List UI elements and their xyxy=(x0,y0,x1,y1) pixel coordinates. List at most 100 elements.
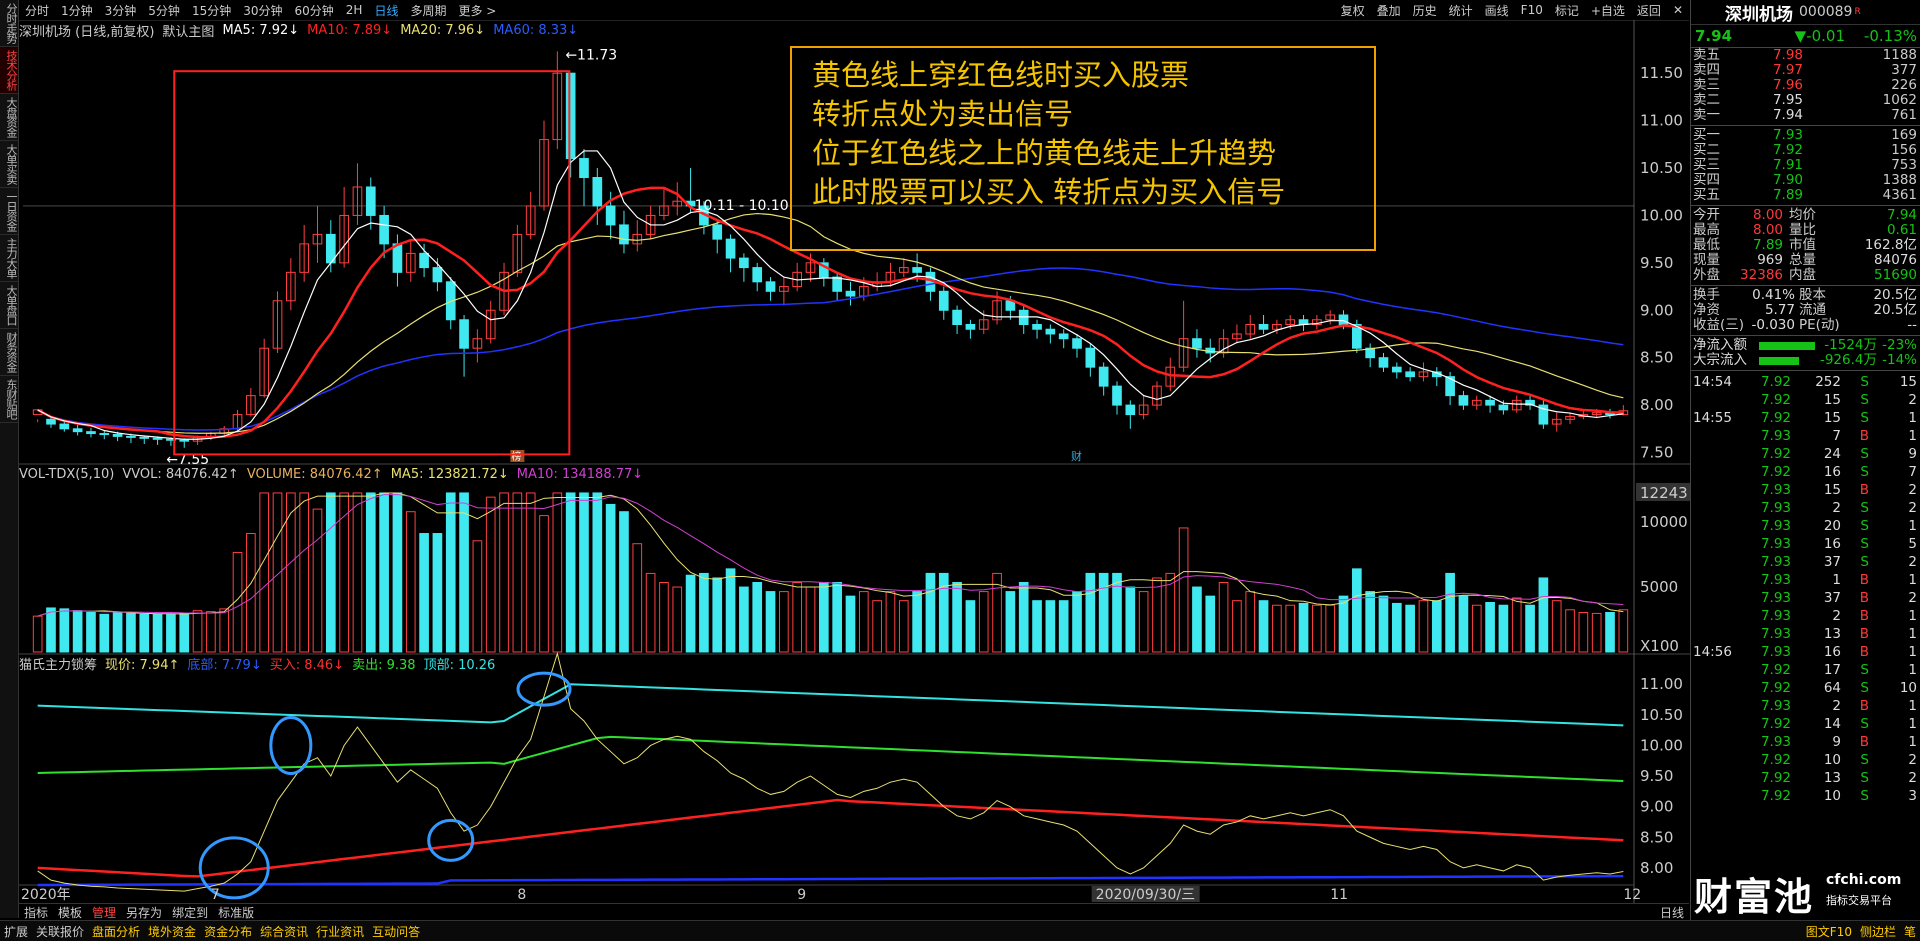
candle-body xyxy=(1485,399,1495,406)
volume-bar xyxy=(1538,577,1549,653)
left-tab[interactable]: 分时走势 xyxy=(0,0,18,47)
volume-bar xyxy=(179,612,190,653)
order-volume: 4361 xyxy=(1882,187,1917,203)
tick-direction: S xyxy=(1860,500,1869,516)
indicator-name[interactable]: 猫氏主力锁筹 xyxy=(19,654,97,673)
ind-buy-line xyxy=(37,798,1624,878)
indicator-toolbar: 指标 模板 管理 另存为 绑定到 标准版 日线 xyxy=(19,903,1689,920)
indicator-tab[interactable]: 另存为 xyxy=(121,904,167,921)
status-item[interactable]: 综合资讯 xyxy=(256,923,312,940)
tick-row: 7.93 20 S 1 xyxy=(1691,517,1920,535)
status-right-item[interactable]: 图文F10 xyxy=(1802,923,1856,940)
left-tab[interactable]: 财务资金 xyxy=(0,329,18,376)
indicator-tab[interactable]: 标准版 xyxy=(213,904,259,921)
annotation-box: 黄色线上穿红色线时买入股票 转折点处为卖出信号 位于红色线之上的黄色线走上升趋势… xyxy=(790,46,1376,251)
tick-price: 7.93 xyxy=(1760,428,1791,444)
left-tab[interactable]: 大盘资金 xyxy=(0,94,18,141)
volume-bar xyxy=(72,610,83,653)
period-label[interactable]: 日线 xyxy=(1655,904,1689,921)
volume-bar xyxy=(1085,572,1096,653)
tick-time xyxy=(1691,427,1741,445)
volume-bar xyxy=(885,591,896,653)
left-tab[interactable]: 东财贴吧 xyxy=(0,376,18,423)
tick-count: 1 xyxy=(1908,662,1917,678)
tick-row: 7.92 13 S 2 xyxy=(1691,769,1920,787)
volume-bar xyxy=(739,586,749,653)
candle-body xyxy=(1391,366,1402,373)
status-item[interactable]: 扩展 xyxy=(0,923,32,940)
indicator-tab[interactable]: 绑定到 xyxy=(167,904,213,921)
indicator-tab[interactable]: 管理 xyxy=(87,904,121,921)
candle-body xyxy=(845,290,856,297)
tick-volume: 15 xyxy=(1823,392,1841,408)
signal-circle xyxy=(427,818,475,862)
order-volume: 1188 xyxy=(1882,47,1917,63)
candle-body xyxy=(86,431,96,435)
tick-list[interactable]: 14:54 7.92 252 S 15 7.92 15 S 2 14:55 7.92 15 S 1 7.93… xyxy=(1691,373,1920,805)
ind-price-line xyxy=(37,651,1624,892)
left-tab[interactable]: 大单买卖 xyxy=(0,141,18,188)
candle-body xyxy=(1112,385,1122,406)
left-tab[interactable]: 技术分析 xyxy=(0,47,18,94)
tick-direction: S xyxy=(1860,464,1869,480)
status-item[interactable]: 关联报价 xyxy=(32,923,88,940)
volume-bar xyxy=(659,581,669,653)
tick-time xyxy=(1691,391,1741,409)
status-item[interactable]: 互动问答 xyxy=(368,923,424,940)
left-tab[interactable]: 一日资金 xyxy=(0,188,18,235)
left-tab[interactable]: 主力大单 xyxy=(0,235,18,282)
candle-body xyxy=(739,257,749,269)
status-item[interactable]: 行业资讯 xyxy=(312,923,368,940)
event-tag-label: 财 xyxy=(1071,449,1082,463)
status-item[interactable]: 盘面分析 xyxy=(88,923,144,940)
volume-bar xyxy=(752,581,763,653)
candle-body xyxy=(965,323,976,330)
order-volume: 156 xyxy=(1891,142,1917,158)
tick-row: 7.92 24 S 9 xyxy=(1691,445,1920,463)
volume-bar xyxy=(1551,600,1562,653)
left-tab[interactable]: 大单盘口 xyxy=(0,282,18,329)
order-price: 7.89 xyxy=(1772,187,1803,203)
ind-axis-label: 10.50 xyxy=(1640,706,1683,724)
stat-label: 内盘 xyxy=(1789,267,1816,283)
tick-time xyxy=(1691,733,1741,751)
tick-time xyxy=(1691,679,1741,697)
stat-row: 今开 8.00 均价 7.94 xyxy=(1691,208,1920,223)
tick-count: 2 xyxy=(1908,590,1917,606)
tick-count: 3 xyxy=(1908,788,1917,804)
price-axis-label: 9.50 xyxy=(1640,254,1673,272)
tick-row: 7.92 14 S 1 xyxy=(1691,715,1920,733)
tick-direction: S xyxy=(1860,410,1869,426)
ind-axis-label: 9.00 xyxy=(1640,798,1673,816)
tick-price: 7.93 xyxy=(1760,608,1791,624)
vol-indicator-name[interactable]: VOL-TDX(5,10) xyxy=(19,467,114,482)
template-select[interactable]: 默认主图 xyxy=(162,21,214,40)
volume-bar xyxy=(499,492,509,653)
order-volume: 377 xyxy=(1891,62,1917,78)
status-item[interactable]: 资金分布 xyxy=(200,923,256,940)
volume-bar xyxy=(952,581,962,653)
stat-label: 今开 xyxy=(1693,207,1720,223)
status-right-item[interactable]: 侧边栏 xyxy=(1856,923,1900,940)
tick-price: 7.93 xyxy=(1760,500,1791,516)
tick-count: 2 xyxy=(1908,554,1917,570)
stat-value: 20.5亿 xyxy=(1873,302,1917,318)
candle-body xyxy=(1192,338,1202,349)
status-item[interactable]: 境外资金 xyxy=(144,923,200,940)
status-right-item[interactable]: 笔 xyxy=(1900,923,1920,940)
stat-value: 8.00 xyxy=(1752,222,1783,238)
order-row-sell: 卖一 7.94 761 xyxy=(1691,108,1920,123)
volume-bar xyxy=(539,515,549,653)
volume-bar xyxy=(32,615,43,653)
indicator-tab[interactable]: 模板 xyxy=(53,904,87,921)
volume-bar xyxy=(365,492,376,653)
ma10-label: MA10: 7.89↓ xyxy=(307,22,393,38)
tick-price: 7.92 xyxy=(1760,680,1791,696)
tick-direction: B xyxy=(1859,626,1869,642)
indicator-tab[interactable]: 指标 xyxy=(19,904,53,921)
tick-time xyxy=(1691,751,1741,769)
candle-body xyxy=(1125,404,1136,416)
volume-bar xyxy=(645,572,656,653)
stock-code: 000089 xyxy=(1799,4,1853,20)
tick-count: 2 xyxy=(1908,482,1917,498)
